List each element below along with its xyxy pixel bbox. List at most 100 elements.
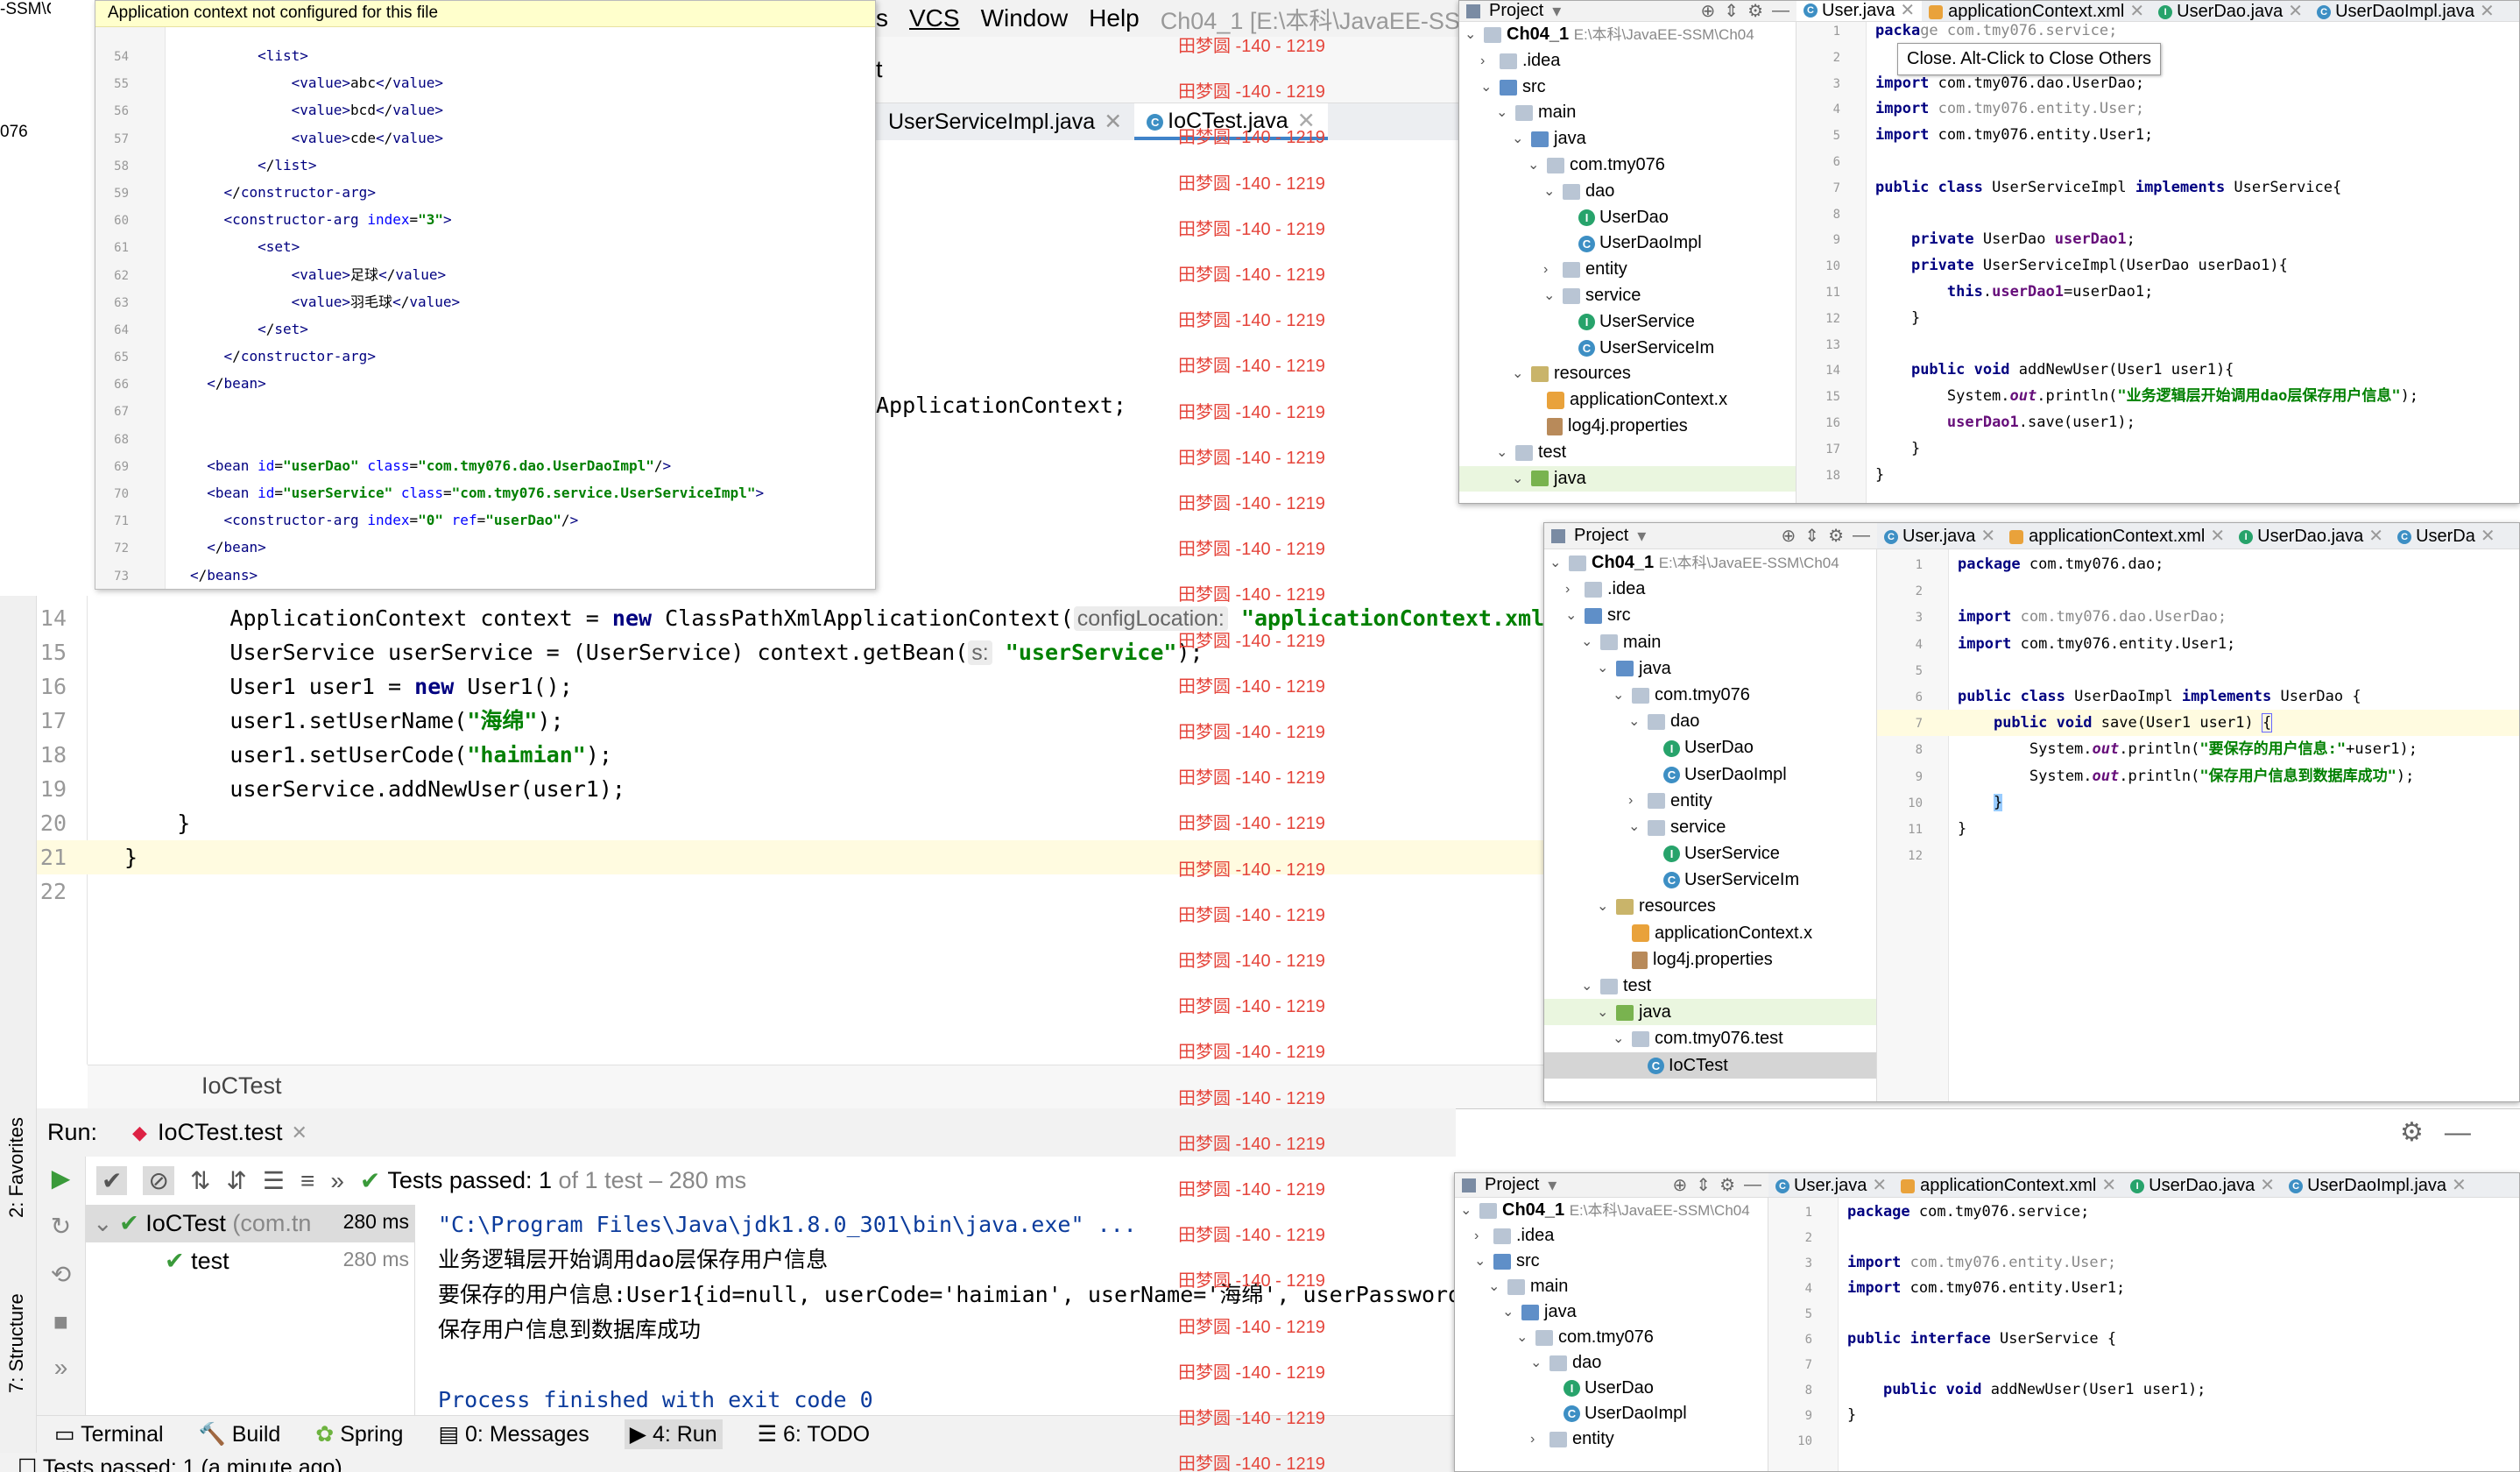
- chevron-icon[interactable]: ⌄: [1628, 814, 1648, 840]
- favorites-side-tab[interactable]: 2: Favorites: [5, 1117, 28, 1218]
- chevron-icon[interactable]: ⌄: [1565, 603, 1585, 629]
- minimize-icon[interactable]: —: [2445, 1118, 2471, 1147]
- tree-item[interactable]: ⌄ dao: [1544, 708, 1876, 734]
- chevron-icon[interactable]: ⌄: [1581, 973, 1600, 1000]
- tree-item[interactable]: ⌄ java: [1455, 1299, 1768, 1325]
- tree-item[interactable]: ⌄ main: [1544, 629, 1876, 655]
- tree-item[interactable]: ⌄ com.tmy076.test: [1544, 1025, 1876, 1051]
- gear-icon[interactable]: ⚙: [1747, 1, 1763, 22]
- chevron-icon[interactable]: ›: [1565, 577, 1585, 603]
- tree-item[interactable]: ⌄ service: [1544, 814, 1876, 840]
- collapse-icon[interactable]: ⇕: [1804, 525, 1819, 547]
- menu-item-help[interactable]: Help: [1089, 4, 1140, 32]
- chevron-icon[interactable]: ⌄: [1496, 440, 1515, 466]
- menu-item-frag[interactable]: s: [876, 4, 888, 32]
- tree-item[interactable]: ⌄ dao: [1459, 179, 1796, 205]
- chevron-icon[interactable]: ⌄: [1474, 1249, 1493, 1274]
- project-view-dropdown[interactable]: Project: [1574, 526, 1628, 546]
- project-view-dropdown[interactable]: Project: [1489, 1, 1543, 21]
- test-tree-row[interactable]: ✔ test 280 ms: [86, 1242, 414, 1280]
- tree-item[interactable]: › .idea: [1455, 1223, 1768, 1249]
- tab-build[interactable]: 🔨 Build: [199, 1422, 281, 1447]
- tree-item[interactable]: ⌄ main: [1455, 1274, 1768, 1299]
- tree-item[interactable]: ⌄ src: [1544, 602, 1876, 628]
- tree-item[interactable]: ⌄ src: [1459, 74, 1796, 101]
- tree-item[interactable]: ⌄ Ch04_1 E:\本科\JavaEE-SSM\Ch04: [1544, 549, 1876, 576]
- tree-item[interactable]: C UserDaoImpl: [1455, 1401, 1768, 1426]
- tree-item[interactable]: I UserDao: [1455, 1376, 1768, 1401]
- chevron-icon[interactable]: ⌄: [1543, 283, 1563, 309]
- chevron-icon[interactable]: ⌄: [1581, 629, 1600, 655]
- chevron-icon[interactable]: ›: [1480, 48, 1500, 74]
- tree-item[interactable]: C IoCTest: [1544, 1051, 1876, 1079]
- menu-item-vcs[interactable]: VCS: [909, 4, 960, 32]
- chevron-icon[interactable]: ›: [1474, 1223, 1493, 1249]
- tree-item[interactable]: C UserServiceIm: [1459, 336, 1796, 362]
- breadcrumb-ioctest[interactable]: IoCTest: [201, 1072, 282, 1099]
- collapse-icon[interactable]: ⇕: [1724, 1, 1739, 22]
- tree-item[interactable]: I UserService: [1544, 840, 1876, 867]
- chevron-icon[interactable]: ⌄: [1530, 1350, 1549, 1376]
- tab-userserviceimpl[interactable]: UserServiceImpl.java ✕: [876, 109, 1134, 135]
- collapse-icon[interactable]: ⇕: [1696, 1174, 1711, 1196]
- show-passed-icon[interactable]: ✔: [96, 1166, 128, 1195]
- chevron-icon[interactable]: ⌄: [1543, 179, 1563, 205]
- tree-item[interactable]: ⌄ com.tmy076: [1544, 682, 1876, 708]
- close-icon[interactable]: ✕: [292, 1122, 307, 1144]
- editor-tab[interactable]: applicationContext.xml ✕: [2002, 525, 2232, 547]
- tree-item[interactable]: C UserServiceIm: [1544, 867, 1876, 893]
- chevron-icon[interactable]: ⌄: [1512, 466, 1531, 492]
- chevron-icon[interactable]: ⌄: [1502, 1299, 1521, 1325]
- tree-item[interactable]: ⌄ src: [1455, 1249, 1768, 1274]
- tree-item[interactable]: ⌄ test: [1459, 440, 1796, 466]
- tree-item[interactable]: ⌄ java: [1459, 465, 1796, 492]
- editor-tab[interactable]: C UserDaoImpl.java ✕: [2282, 1174, 2474, 1196]
- chevron-icon[interactable]: ⌄: [1496, 100, 1515, 126]
- collapse-all-icon[interactable]: ≡: [300, 1167, 314, 1195]
- tree-item[interactable]: ⌄ test: [1544, 973, 1876, 999]
- hide-icon[interactable]: —: [1853, 526, 1870, 546]
- tree-item-fragment[interactable]: -SSM\Ch04: [0, 0, 51, 19]
- tree-item[interactable]: ⌄ resources: [1459, 361, 1796, 387]
- editor-tab[interactable]: I UserDao.java ✕: [2232, 525, 2390, 547]
- tab-terminal[interactable]: ▭ Terminal: [54, 1421, 164, 1447]
- structure-side-tab[interactable]: 7: Structure: [5, 1293, 28, 1393]
- chevron-icon[interactable]: ⌄: [1512, 361, 1531, 387]
- chevron-icon[interactable]: ⌄: [1597, 1000, 1616, 1026]
- locate-icon[interactable]: ⊕: [1782, 525, 1796, 547]
- chevron-icon[interactable]: ⌄: [1549, 550, 1569, 577]
- tab-messages[interactable]: ▤ 0: Messages: [438, 1421, 589, 1447]
- rerun-icon[interactable]: ▶: [37, 1164, 85, 1192]
- editor-tab[interactable]: I UserDao.java ✕: [2123, 1174, 2282, 1196]
- project-view-dropdown[interactable]: Project: [1485, 1175, 1539, 1195]
- editor-tab[interactable]: C User.java ✕: [1768, 1174, 1894, 1196]
- chevron-icon[interactable]: ⌄: [1480, 74, 1500, 101]
- tree-item[interactable]: I UserService: [1459, 309, 1796, 336]
- tree-item[interactable]: ⌄ service: [1459, 283, 1796, 309]
- tree-item[interactable]: ⌄ java: [1544, 655, 1876, 682]
- locate-icon[interactable]: ⊕: [1673, 1174, 1688, 1196]
- more-icon[interactable]: »: [330, 1167, 344, 1195]
- chevron-icon[interactable]: ›: [1628, 788, 1648, 814]
- tree-item[interactable]: ⌄ Ch04_1 E:\本科\JavaEE-SSM\Ch04: [1459, 22, 1796, 48]
- tree-item[interactable]: ⌄ main: [1459, 100, 1796, 126]
- tree-item[interactable]: C UserDaoImpl: [1544, 761, 1876, 788]
- tab-run[interactable]: ▶ 4: Run: [624, 1419, 723, 1449]
- tree-item[interactable]: › .idea: [1544, 576, 1876, 602]
- tree-item[interactable]: ⌄ resources: [1544, 893, 1876, 919]
- gear-icon[interactable]: ⚙: [1719, 1174, 1735, 1196]
- chevron-icon[interactable]: ⌄: [1465, 22, 1484, 48]
- editor-tab[interactable]: applicationContext.xml ✕: [1894, 1174, 2123, 1196]
- chevron-icon[interactable]: ⌄: [1613, 683, 1632, 709]
- show-ignored-icon[interactable]: ⊘: [143, 1166, 174, 1195]
- run-config-tab[interactable]: IoCTest.test: [158, 1119, 283, 1146]
- tree-item[interactable]: applicationContext.x: [1459, 387, 1796, 414]
- sort-alpha-icon[interactable]: ⇅: [190, 1166, 210, 1195]
- status-checkbox[interactable]: ☐: [18, 1455, 43, 1472]
- gear-icon[interactable]: ⚙: [2400, 1118, 2424, 1147]
- tree-item[interactable]: log4j.properties: [1459, 414, 1796, 440]
- chevron-icon[interactable]: ⌄: [1628, 709, 1648, 735]
- tree-item[interactable]: › .idea: [1459, 48, 1796, 74]
- tree-item[interactable]: ⌄ java: [1544, 999, 1876, 1026]
- editor-tab[interactable]: C UserDa ✕: [2390, 525, 2502, 547]
